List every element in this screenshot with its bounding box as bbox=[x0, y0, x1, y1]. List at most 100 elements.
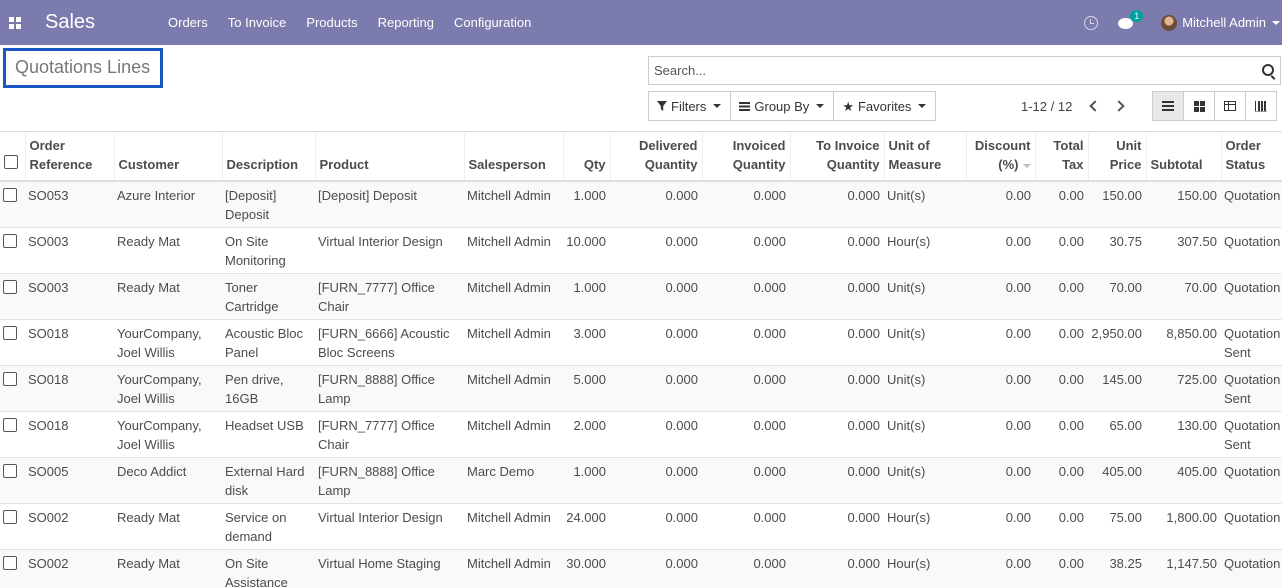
pager-value[interactable]: 1-12 / 12 bbox=[1021, 99, 1072, 114]
activity-clock-icon[interactable] bbox=[1084, 15, 1099, 30]
group-by-button[interactable]: Group By bbox=[730, 91, 835, 121]
cell-salesperson: Mitchell Admin bbox=[464, 411, 563, 458]
row-checkbox[interactable] bbox=[3, 188, 17, 202]
cell-invoiced-qty: 0.000 bbox=[702, 457, 790, 504]
col-customer[interactable]: Customer bbox=[113, 133, 222, 182]
menu-configuration[interactable]: Configuration bbox=[444, 0, 541, 45]
cell-unit-price: 38.25 bbox=[1088, 549, 1146, 588]
menu-to-invoice[interactable]: To Invoice bbox=[218, 0, 297, 45]
cell-description: On Site Monitoring bbox=[222, 227, 315, 274]
row-checkbox[interactable] bbox=[3, 464, 17, 478]
select-all-checkbox[interactable] bbox=[4, 155, 18, 169]
kanban-icon bbox=[1193, 100, 1205, 112]
cell-product: [FURN_8888] Office Lamp bbox=[315, 365, 464, 412]
cell-delivered-qty: 0.000 bbox=[610, 457, 702, 504]
cell-to-invoice-qty: 0.000 bbox=[790, 457, 884, 504]
cell-description: Pen drive, 16GB bbox=[222, 365, 315, 412]
col-delivered-quantity[interactable]: Delivered Quantity bbox=[609, 133, 702, 182]
cell-qty: 10.000 bbox=[563, 227, 610, 274]
menu-orders[interactable]: Orders bbox=[158, 0, 218, 45]
col-qty[interactable]: Qty bbox=[562, 133, 610, 182]
cell-order-status: Quotation bbox=[1221, 503, 1282, 550]
col-order-reference[interactable]: Order Reference bbox=[24, 133, 114, 182]
row-select-cell bbox=[0, 181, 25, 228]
apps-menu-icon[interactable] bbox=[0, 0, 30, 45]
menu-reporting[interactable]: Reporting bbox=[368, 0, 444, 45]
list-view-button[interactable] bbox=[1152, 91, 1184, 121]
cell-unit-price: 65.00 bbox=[1088, 411, 1146, 458]
table-row[interactable]: SO018 YourCompany, Joel Willis Pen drive, … bbox=[0, 365, 1282, 412]
cell-salesperson: Mitchell Admin bbox=[464, 549, 563, 588]
messaging-button[interactable]: 1 bbox=[1118, 9, 1144, 30]
cell-order-reference: SO018 bbox=[25, 319, 114, 366]
col-salesperson[interactable]: Salesperson bbox=[463, 133, 563, 182]
table-icon bbox=[1224, 101, 1236, 111]
row-checkbox[interactable] bbox=[3, 234, 17, 248]
cell-subtotal: 1,800.00 bbox=[1146, 503, 1221, 550]
app-brand[interactable]: Sales bbox=[45, 11, 155, 34]
cell-salesperson: Mitchell Admin bbox=[464, 365, 563, 412]
search-icon[interactable] bbox=[1262, 64, 1274, 76]
row-select-cell bbox=[0, 549, 25, 588]
col-subtotal[interactable]: Subtotal bbox=[1145, 133, 1221, 182]
table-row[interactable]: SO003 Ready Mat Toner Cartridge [FURN_7777]… bbox=[0, 273, 1282, 320]
kanban-view-button[interactable] bbox=[1183, 91, 1215, 121]
table-row[interactable]: SO018 YourCompany, Joel Willis Acoustic Bl… bbox=[0, 319, 1282, 366]
graph-view-button[interactable] bbox=[1245, 91, 1277, 121]
cell-delivered-qty: 0.000 bbox=[610, 181, 702, 228]
filters-button[interactable]: Filters bbox=[648, 91, 732, 121]
cell-unit-price: 405.00 bbox=[1088, 457, 1146, 504]
row-select-cell bbox=[0, 273, 25, 320]
row-select-cell bbox=[0, 503, 25, 550]
cell-qty: 2.000 bbox=[563, 411, 610, 458]
cell-order-status: Quotation bbox=[1221, 549, 1282, 588]
table-row[interactable]: SO005 Deco Addict External Hard disk [FURN_… bbox=[0, 457, 1282, 504]
col-unit-of-measure[interactable]: Unit of Measure bbox=[883, 133, 966, 182]
favorites-button[interactable]: ★ Favorites bbox=[833, 91, 937, 121]
search-input[interactable] bbox=[649, 57, 1249, 84]
cell-qty: 24.000 bbox=[563, 503, 610, 550]
list-view: Order Reference Customer Description Pro… bbox=[0, 133, 1282, 588]
cell-discount: 0.00 bbox=[966, 181, 1035, 228]
cell-invoiced-qty: 0.000 bbox=[702, 181, 790, 228]
user-menu-name[interactable]: Mitchell Admin bbox=[1182, 15, 1266, 30]
cell-unit-of-measure: Hour(s) bbox=[884, 227, 966, 274]
pager-next-icon[interactable] bbox=[1113, 100, 1125, 112]
table-row[interactable]: SO002 Ready Mat Service on demand Virtual I… bbox=[0, 503, 1282, 550]
cell-order-reference: SO003 bbox=[25, 273, 114, 320]
row-checkbox[interactable] bbox=[3, 372, 17, 386]
pager-previous-icon[interactable] bbox=[1089, 100, 1101, 112]
col-description[interactable]: Description bbox=[221, 133, 315, 182]
avatar[interactable] bbox=[1161, 14, 1178, 31]
cell-description: Service on demand bbox=[222, 503, 315, 550]
row-checkbox[interactable] bbox=[3, 418, 17, 432]
col-order-status[interactable]: Order Status bbox=[1220, 133, 1282, 182]
menu-products[interactable]: Products bbox=[296, 0, 367, 45]
col-unit-price[interactable]: Unit Price bbox=[1087, 133, 1146, 182]
cell-salesperson: Marc Demo bbox=[464, 457, 563, 504]
view-switcher bbox=[1152, 91, 1277, 121]
col-to-invoice-quantity[interactable]: To Invoice Quantity bbox=[789, 133, 884, 182]
row-checkbox[interactable] bbox=[3, 280, 17, 294]
row-checkbox[interactable] bbox=[3, 510, 17, 524]
user-menu-caret-icon[interactable] bbox=[1272, 20, 1280, 25]
chat-count-badge: 1 bbox=[1130, 9, 1144, 22]
table-row[interactable]: SO053 Azure Interior [Deposit] Deposit [Dep… bbox=[0, 181, 1282, 228]
row-checkbox[interactable] bbox=[3, 556, 17, 570]
col-total-tax[interactable]: Total Tax bbox=[1034, 133, 1088, 182]
row-checkbox[interactable] bbox=[3, 326, 17, 340]
col-product[interactable]: Product bbox=[314, 133, 464, 182]
cell-unit-price: 150.00 bbox=[1088, 181, 1146, 228]
table-row[interactable]: SO018 YourCompany, Joel Willis Headset USB… bbox=[0, 411, 1282, 458]
table-row[interactable]: SO002 Ready Mat On Site Assistance Virtual … bbox=[0, 549, 1282, 588]
cell-total-tax: 0.00 bbox=[1035, 227, 1088, 274]
cell-invoiced-qty: 0.000 bbox=[702, 227, 790, 274]
table-row[interactable]: SO003 Ready Mat On Site Monitoring Virtual … bbox=[0, 227, 1282, 274]
col-invoiced-quantity[interactable]: Invoiced Quantity bbox=[701, 133, 790, 182]
cell-customer: Deco Addict bbox=[114, 457, 222, 504]
table-header-row: Order Reference Customer Description Pro… bbox=[0, 133, 1282, 182]
cell-order-reference: SO005 bbox=[25, 457, 114, 504]
pivot-view-button[interactable] bbox=[1214, 91, 1246, 121]
filter-icon bbox=[657, 101, 667, 111]
col-discount[interactable]: Discount (%) bbox=[965, 133, 1035, 182]
